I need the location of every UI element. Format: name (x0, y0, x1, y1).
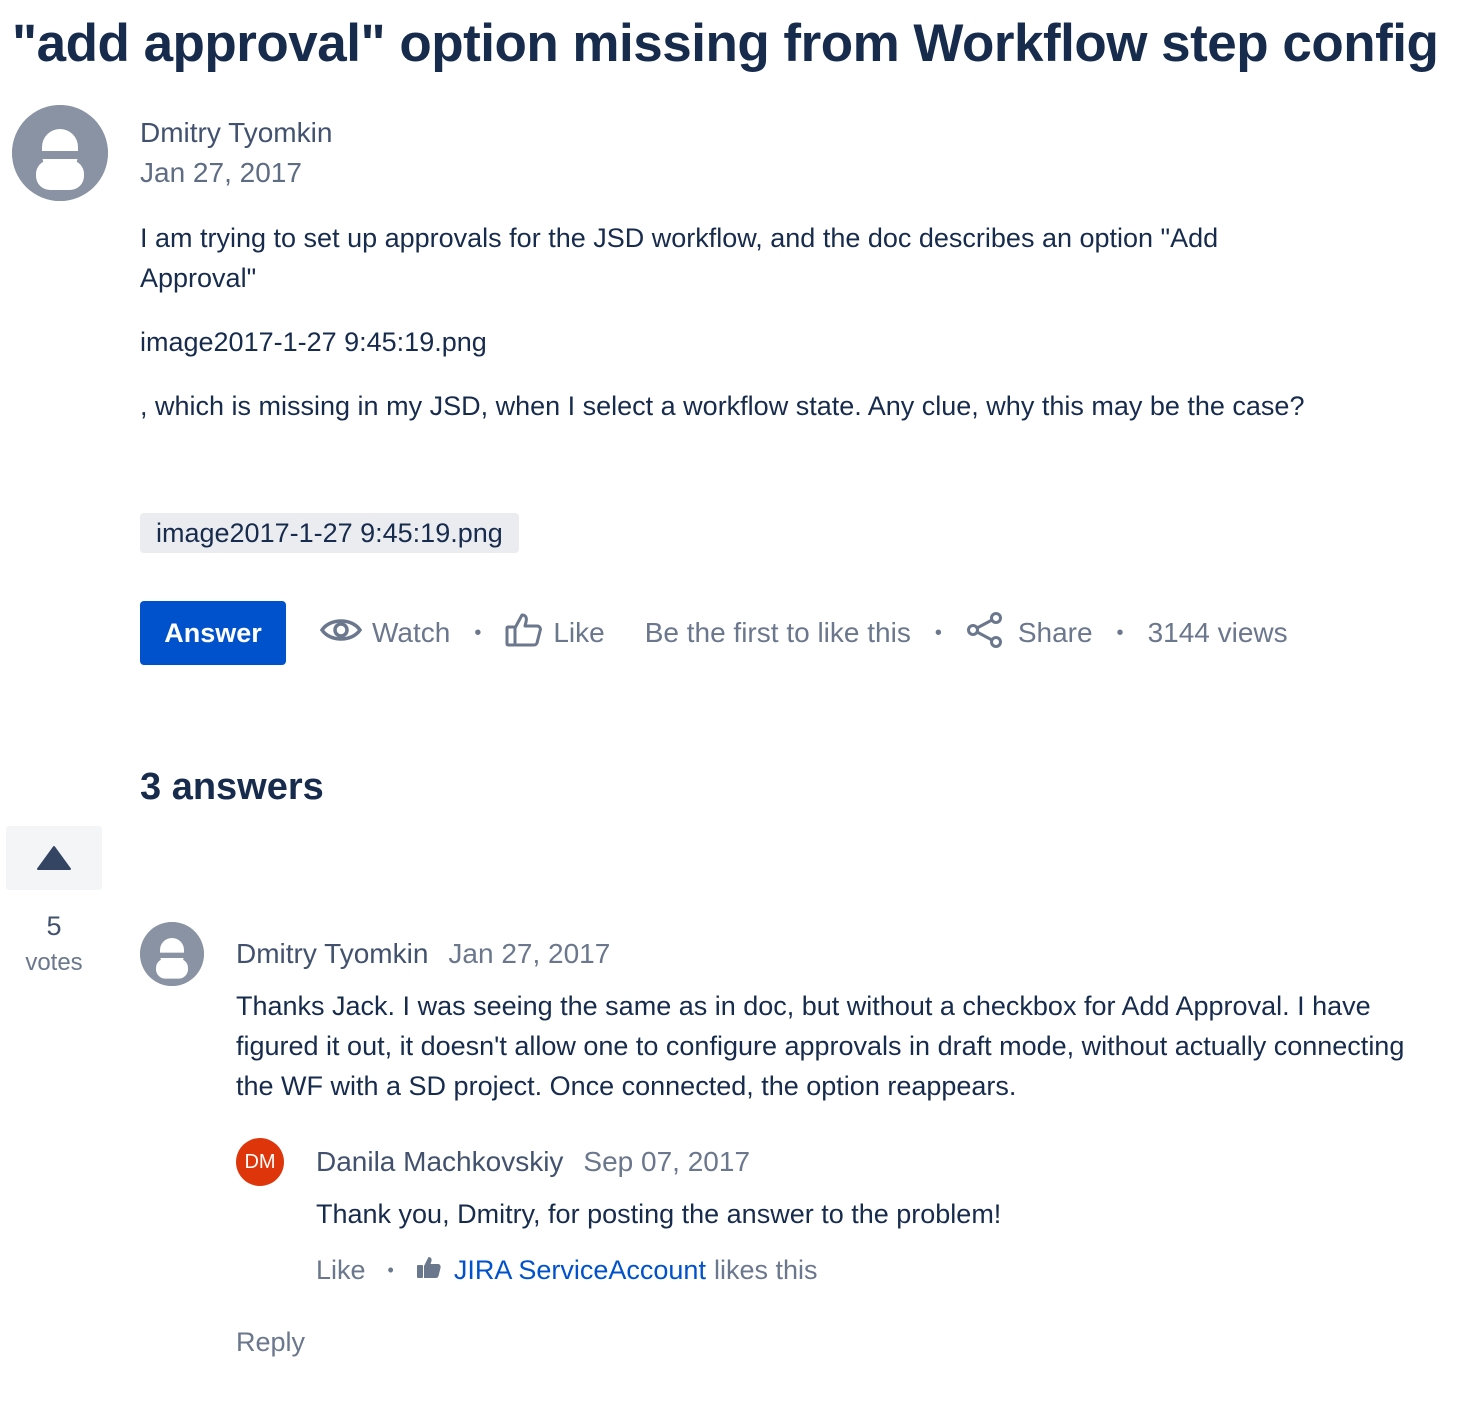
thumbs-up-icon (505, 612, 543, 655)
question-author-avatar[interactable] (12, 105, 108, 201)
watch-label: Watch (372, 617, 451, 648)
page-title: "add approval" option missing from Workf… (12, 14, 1439, 73)
eye-icon (319, 615, 363, 652)
answer-date: Jan 27, 2017 (448, 938, 611, 969)
likes-suffix: likes this (713, 1254, 818, 1285)
separator-dot: • (387, 1259, 394, 1280)
question-action-bar: Answer Watch • Like Be the first to like… (140, 601, 1288, 665)
separator-dot: • (1116, 621, 1124, 644)
comment-actions: Like • JIRA ServiceAccount likes this (316, 1252, 818, 1288)
upvote-button[interactable] (6, 826, 102, 890)
like-button[interactable]: Like (505, 612, 605, 655)
question-author-name[interactable]: Dmitry Tyomkin (140, 116, 332, 150)
answer-button[interactable]: Answer (140, 601, 286, 665)
answer-meta: Dmitry Tyomkin Jan 27, 2017 (236, 936, 610, 972)
question-paragraph: I am trying to set up approvals for the … (140, 223, 1219, 293)
comment-body: Thank you, Dmitry, for posting the answe… (316, 1199, 1002, 1229)
comment-meta: Danila Machkovskiy Sep 07, 2017 (316, 1144, 750, 1180)
separator-dot: • (934, 621, 942, 644)
question-date: Jan 27, 2017 (140, 157, 302, 188)
user-icon (140, 922, 204, 986)
thumbs-up-filled-icon (416, 1255, 442, 1286)
separator-dot: • (474, 621, 482, 644)
watch-button[interactable]: Watch (319, 615, 451, 652)
answer-author-name[interactable]: Dmitry Tyomkin (236, 938, 428, 969)
question-body: I am trying to set up approvals for the … (140, 218, 1310, 298)
comment-author-name[interactable]: Danila Machkovskiy (316, 1146, 563, 1177)
user-icon (12, 105, 108, 201)
share-icon (966, 611, 1004, 655)
reply-button[interactable]: Reply (236, 1324, 305, 1360)
question-image-reference: image2017-1-27 9:45:19.png (140, 327, 487, 357)
question-paragraph: , which is missing in my JSD, when I sel… (140, 391, 1305, 421)
triangle-up-icon (37, 846, 71, 870)
answer-author-avatar[interactable] (140, 922, 204, 986)
comment-date: Sep 07, 2017 (583, 1146, 751, 1177)
view-count: 3144 views (1147, 617, 1288, 648)
like-status: Be the first to like this (644, 617, 911, 648)
comment-author-avatar[interactable]: DM (236, 1138, 284, 1186)
share-label: Share (1017, 617, 1093, 648)
answer-body: Thanks Jack. I was seeing the same as in… (236, 991, 1405, 1101)
vote-count: 5 (46, 911, 62, 941)
answers-count-heading: 3 answers (140, 766, 324, 808)
votes-label: votes (25, 949, 83, 976)
comment-like-button[interactable]: Like (316, 1255, 366, 1286)
share-button[interactable]: Share (966, 611, 1093, 655)
attachment-chip[interactable]: image2017-1-27 9:45:19.png (140, 513, 519, 553)
like-label: Like (553, 617, 605, 648)
liker-link[interactable]: JIRA ServiceAccount (454, 1255, 706, 1286)
